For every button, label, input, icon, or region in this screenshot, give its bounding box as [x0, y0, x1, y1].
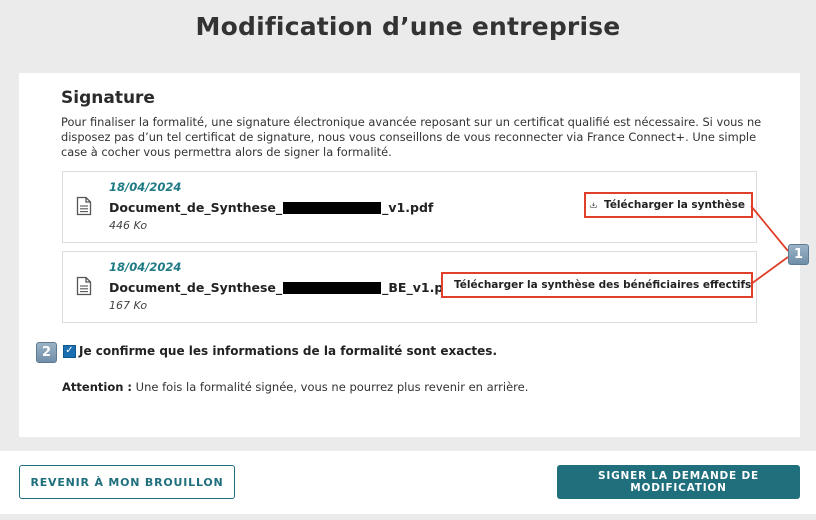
document-icon	[76, 196, 92, 216]
attention-text: Une fois la formalité signée, vous ne po…	[132, 380, 529, 394]
sign-request-button[interactable]: SIGNER LA DEMANDE DE MODIFICATION	[557, 465, 800, 499]
confirm-checkbox[interactable]: ✓	[63, 344, 76, 358]
download-icon	[590, 202, 597, 208]
page-title: Modification d’une entreprise	[195, 12, 621, 41]
document-item-beneficiaires: 18/04/2024 Document_de_Synthese_ _BE_v1.p…	[62, 251, 757, 323]
document-date: 18/04/2024	[109, 180, 182, 194]
document-icon	[76, 276, 92, 296]
document-item-synthese: 18/04/2024 Document_de_Synthese_ _v1.pdf …	[62, 171, 757, 243]
filename-prefix: Document_de_Synthese_	[109, 280, 283, 295]
document-size: 446 Ko	[109, 219, 148, 232]
signature-description: Pour finaliser la formalité, une signatu…	[61, 115, 762, 159]
callout-badge-2: 2	[36, 342, 57, 363]
redaction-bar	[283, 201, 382, 214]
attention-label: Attention :	[62, 380, 133, 394]
callout-badge-1: 1	[788, 244, 809, 265]
document-size: 167 Ko	[109, 299, 148, 312]
download-beneficiaires-button[interactable]: Télécharger la synthèse des bénéficiaire…	[441, 272, 753, 298]
redaction-bar	[283, 281, 382, 294]
document-date: 18/04/2024	[109, 260, 182, 274]
back-to-draft-button[interactable]: REVENIR À MON BROUILLON	[19, 465, 235, 499]
attention-notice: Attention : Une fois la formalité signée…	[62, 380, 528, 394]
download-synthese-button[interactable]: Télécharger la synthèse	[584, 192, 753, 218]
download-label: Télécharger la synthèse	[604, 199, 745, 211]
confirm-label: Je confirme que les informations de la f…	[79, 344, 498, 358]
document-filename: Document_de_Synthese_ _BE_v1.pdf	[109, 280, 458, 295]
filename-prefix: Document_de_Synthese_	[109, 200, 283, 215]
section-title: Signature	[61, 88, 155, 108]
download-label: Télécharger la synthèse des bénéficiaire…	[454, 279, 752, 291]
footer-bar: REVENIR À MON BROUILLON SIGNER LA DEMAND…	[0, 451, 816, 514]
document-filename: Document_de_Synthese_ _v1.pdf	[109, 200, 433, 215]
filename-suffix: _v1.pdf	[382, 200, 434, 215]
confirm-checkbox-row[interactable]: ✓ Je confirme que les informations de la…	[63, 344, 497, 358]
